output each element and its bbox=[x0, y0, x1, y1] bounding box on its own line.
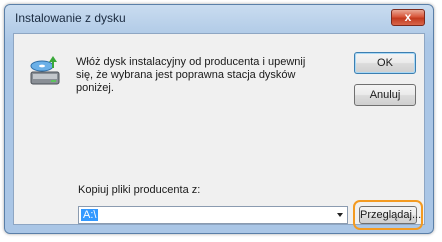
copy-from-label: Kopiuj pliki producenta z: bbox=[78, 184, 201, 196]
copy-from-combobox[interactable]: A:\ bbox=[78, 206, 348, 224]
copy-from-value: A:\ bbox=[81, 209, 99, 221]
chevron-down-icon[interactable] bbox=[337, 213, 343, 217]
install-disk-icon bbox=[30, 56, 60, 85]
close-icon: x bbox=[404, 10, 412, 24]
install-from-disk-dialog: Instalowanie z dysku x Włóż dysk instala… bbox=[4, 4, 434, 234]
cancel-button[interactable]: Anuluj bbox=[354, 84, 416, 106]
close-button[interactable]: x bbox=[391, 9, 425, 26]
dialog-body: Włóż dysk instalacyjny od producenta i u… bbox=[13, 33, 425, 230]
ok-button[interactable]: OK bbox=[354, 52, 416, 74]
instruction-text: Włóż dysk instalacyjny od producenta i u… bbox=[76, 56, 306, 94]
dialog-title: Instalowanie z dysku bbox=[15, 11, 126, 25]
browse-button[interactable]: Przeglądaj... bbox=[359, 206, 421, 224]
title-bar[interactable]: Instalowanie z dysku x bbox=[5, 5, 433, 31]
